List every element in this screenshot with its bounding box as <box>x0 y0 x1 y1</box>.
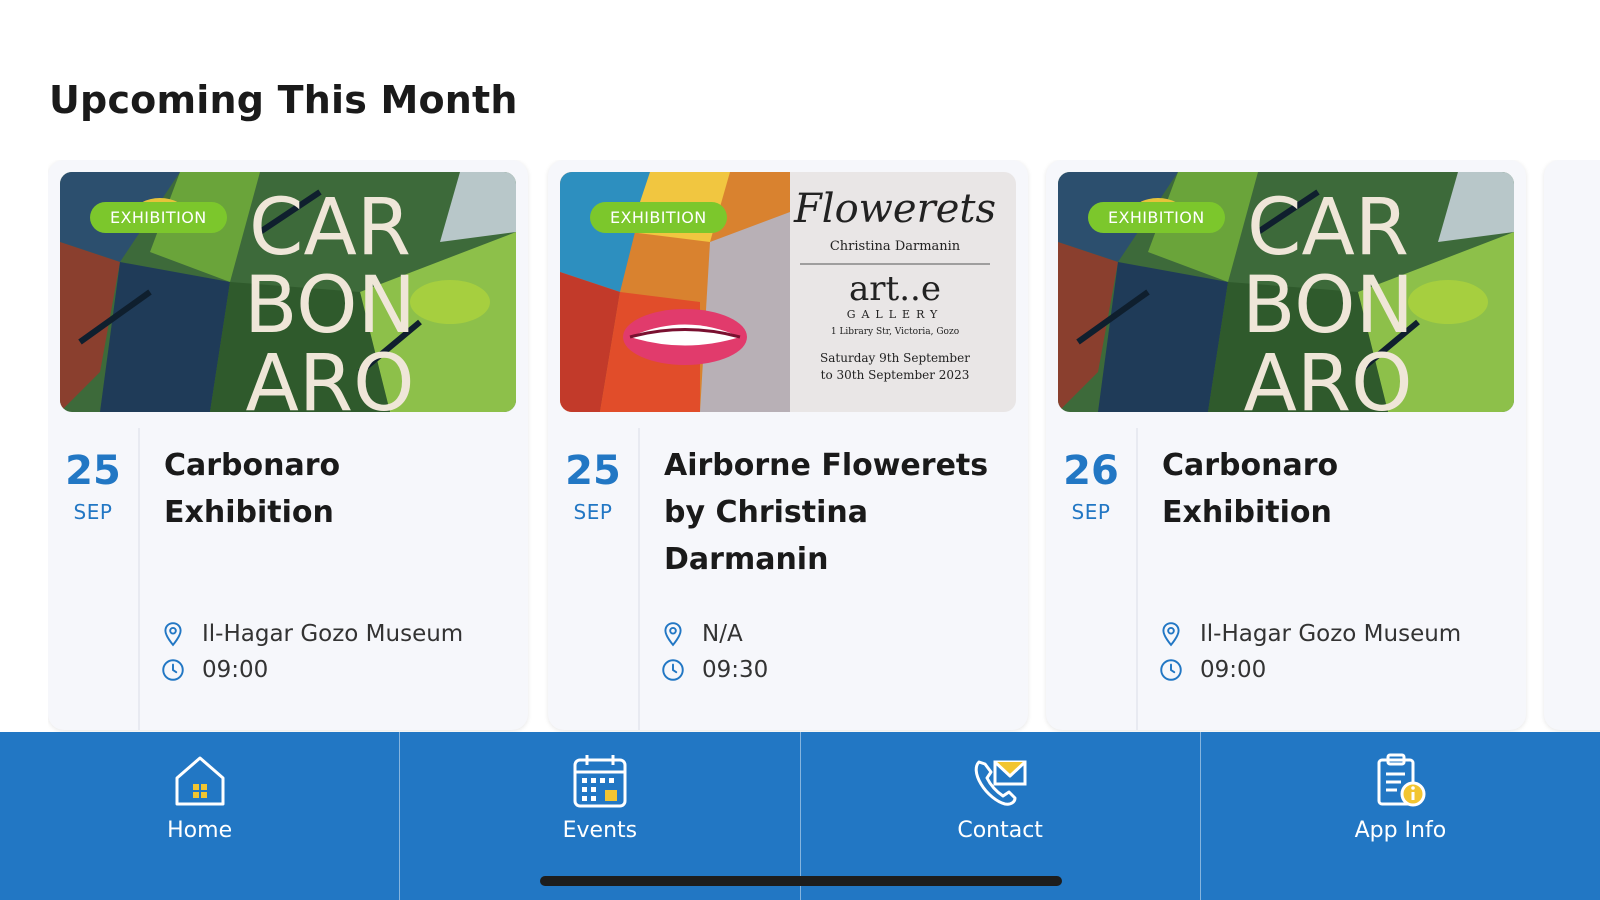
svg-text:BON: BON <box>244 261 416 351</box>
tab-label: Contact <box>957 818 1043 843</box>
section-title: Upcoming This Month <box>49 78 518 122</box>
tab-home[interactable]: Home <box>0 732 401 900</box>
svg-text:art..e: art..e <box>849 269 941 309</box>
clock-icon <box>160 657 186 683</box>
event-image: Flowerets Christina Darmanin art..e GALL… <box>560 172 1016 412</box>
event-title: Carbonaro Exhibition <box>164 448 341 530</box>
event-location: Il-Hagar Gozo Museum <box>160 618 463 650</box>
svg-text:Saturday 9th September: Saturday 9th September <box>820 351 970 365</box>
event-image: CAR BON ARO EXHIBITION <box>1058 172 1514 412</box>
phone-mail-icon <box>969 752 1031 810</box>
svg-text:Flowerets: Flowerets <box>793 186 996 232</box>
event-month: SEP <box>1071 500 1111 524</box>
event-date: 25 SEP <box>548 428 640 730</box>
info-clipboard-icon <box>1369 752 1431 810</box>
event-time-text: 09:00 <box>1200 657 1267 683</box>
tab-label: Events <box>562 818 638 843</box>
svg-text:to 30th September 2023: to 30th September 2023 <box>821 368 970 382</box>
svg-text:CAR: CAR <box>249 183 411 273</box>
event-time-text: 09:00 <box>202 657 269 683</box>
event-time: 09:00 <box>1158 654 1266 686</box>
category-badge: EXHIBITION <box>1088 202 1225 233</box>
event-title: Airborne Flowerets by Christina Darmanin <box>664 448 989 577</box>
clock-icon <box>660 657 686 683</box>
event-card[interactable]: CAR BON ARO EXHIBITION 26 SEP Carbonaro … <box>1046 160 1526 730</box>
tab-events[interactable]: Events <box>400 732 801 900</box>
category-badge: EXHIBITION <box>90 202 227 233</box>
bottom-tab-bar: Home Events Contact App Info <box>0 732 1600 900</box>
event-month: SEP <box>73 500 113 524</box>
home-icon <box>169 752 231 810</box>
event-location-text: N/A <box>702 621 743 647</box>
svg-text:GALLERY: GALLERY <box>847 308 944 321</box>
svg-text:Christina Darmanin: Christina Darmanin <box>830 239 961 254</box>
home-indicator[interactable] <box>540 876 1062 886</box>
events-carousel[interactable]: CAR BON ARO EXHIBITION 25 SEP Carbonaro … <box>48 160 1600 732</box>
event-location: N/A <box>660 618 743 650</box>
event-day: 25 <box>65 448 121 494</box>
event-location-text: Il-Hagar Gozo Museum <box>202 621 464 647</box>
location-pin-icon <box>160 621 186 647</box>
event-location-text: Il-Hagar Gozo Museum <box>1200 621 1462 647</box>
svg-text:ARO: ARO <box>1244 339 1413 412</box>
location-pin-icon <box>1158 621 1184 647</box>
event-day: 26 <box>1063 448 1119 494</box>
event-time: 09:00 <box>160 654 268 686</box>
svg-text:BON: BON <box>1242 261 1414 351</box>
svg-text:1 Library Str, Victoria, Gozo: 1 Library Str, Victoria, Gozo <box>831 327 959 337</box>
tab-label: Home <box>167 818 233 843</box>
clock-icon <box>1158 657 1184 683</box>
tab-app-info[interactable]: App Info <box>1201 732 1600 900</box>
svg-text:CAR: CAR <box>1247 183 1409 273</box>
event-location: Il-Hagar Gozo Museum <box>1158 618 1461 650</box>
event-time-text: 09:30 <box>702 657 769 683</box>
tab-contact[interactable]: Contact <box>801 732 1201 900</box>
event-card[interactable]: Flowerets Christina Darmanin art..e GALL… <box>548 160 1028 730</box>
calendar-icon <box>569 752 631 810</box>
category-badge: EXHIBITION <box>590 202 727 233</box>
event-date: 25 SEP <box>48 428 140 730</box>
event-date: 26 SEP <box>1046 428 1138 730</box>
event-day: 25 <box>565 448 621 494</box>
event-month: SEP <box>573 500 613 524</box>
event-title: Carbonaro Exhibition <box>1162 448 1339 530</box>
event-time: 09:30 <box>660 654 768 686</box>
event-image: CAR BON ARO EXHIBITION <box>60 172 516 412</box>
location-pin-icon <box>660 621 686 647</box>
event-card-partial[interactable] <box>1544 160 1600 730</box>
event-card[interactable]: CAR BON ARO EXHIBITION 25 SEP Carbonaro … <box>48 160 528 730</box>
tab-label: App Info <box>1354 818 1447 843</box>
svg-text:ARO: ARO <box>246 339 415 412</box>
